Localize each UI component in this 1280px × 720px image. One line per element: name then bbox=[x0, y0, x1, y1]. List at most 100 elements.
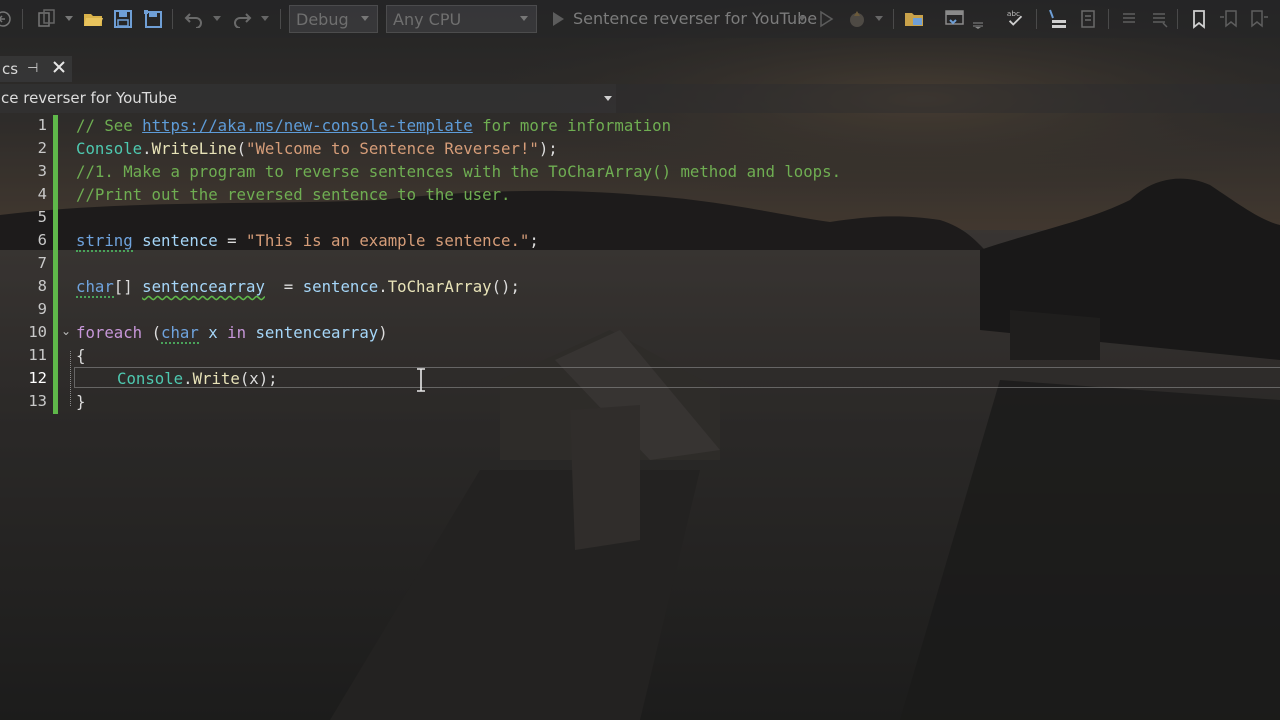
line-number: 4 bbox=[37, 185, 47, 203]
toolbar-separator bbox=[22, 9, 23, 29]
undo-icon[interactable] bbox=[183, 8, 205, 30]
chevron-down-icon[interactable] bbox=[260, 14, 270, 24]
chevron-down-icon[interactable] bbox=[972, 18, 984, 30]
line-number: 9 bbox=[37, 300, 47, 318]
line-number: 7 bbox=[37, 254, 47, 272]
string-literal: "Welcome to Sentence Reverser!" bbox=[246, 139, 539, 158]
platform-dropdown[interactable]: Any CPU bbox=[386, 5, 537, 33]
chevron-down-icon[interactable] bbox=[212, 14, 222, 24]
solution-explorer-icon[interactable] bbox=[903, 8, 925, 30]
template-link[interactable]: https://aka.ms/new-console-template bbox=[142, 116, 473, 135]
code-line: 10 ⌄ foreach (char x in sentencearray) bbox=[0, 321, 1280, 344]
string-literal: "This is an example sentence." bbox=[246, 231, 530, 250]
variable-name: sentence bbox=[142, 231, 218, 250]
line-number: 13 bbox=[28, 392, 47, 410]
method-name: ToCharArray bbox=[387, 277, 492, 296]
control-keyword: foreach bbox=[76, 323, 143, 342]
code-line: 13 } bbox=[0, 390, 1280, 413]
solution-icon[interactable] bbox=[36, 8, 58, 30]
toolbar-separator bbox=[893, 9, 894, 29]
code-line: 7 bbox=[0, 252, 1280, 275]
keyword: char bbox=[76, 277, 114, 298]
previous-bookmark-icon[interactable] bbox=[1218, 8, 1240, 30]
chevron-down-icon[interactable] bbox=[64, 14, 74, 24]
code-line-current: 12 Console.Write(x); bbox=[0, 367, 1280, 390]
variable-name: sentencearray bbox=[142, 277, 265, 296]
punctuation: . bbox=[142, 139, 152, 158]
chevron-down-icon bbox=[520, 16, 528, 21]
collapse-chevron-icon[interactable]: ⌄ bbox=[61, 324, 71, 338]
close-icon[interactable] bbox=[51, 59, 67, 75]
method-name: Write bbox=[192, 369, 240, 388]
chevron-down-icon[interactable] bbox=[874, 14, 884, 24]
code-text: Console.Write(x); bbox=[117, 367, 278, 390]
keyword: string bbox=[76, 231, 133, 252]
toggle-comment-icon[interactable] bbox=[1118, 8, 1140, 30]
method-name: WriteLine bbox=[151, 139, 237, 158]
document-tab[interactable]: cs ⊣ bbox=[0, 56, 72, 82]
code-text: // See https://aka.ms/new-console-templa… bbox=[76, 114, 671, 137]
main-toolbar: Debug Any CPU Sentence reverser for YouT… bbox=[0, 0, 1280, 38]
toolbar-separator bbox=[1108, 9, 1109, 29]
save-icon[interactable] bbox=[112, 8, 134, 30]
punctuation: ( bbox=[142, 323, 162, 342]
open-folder-icon[interactable] bbox=[82, 8, 104, 30]
brace: { bbox=[76, 346, 86, 365]
chevron-down-icon bbox=[361, 16, 369, 21]
code-line: 5 bbox=[0, 206, 1280, 229]
operator: = bbox=[264, 277, 303, 296]
redo-icon[interactable] bbox=[231, 8, 253, 30]
punctuation: (); bbox=[491, 277, 520, 296]
bookmark-icon[interactable] bbox=[1188, 8, 1210, 30]
brace: } bbox=[76, 392, 86, 411]
svg-text:abc: abc bbox=[1007, 9, 1020, 18]
punctuation: ; bbox=[529, 231, 539, 250]
format-icon[interactable] bbox=[1046, 8, 1068, 30]
start-icon[interactable] bbox=[547, 8, 569, 30]
code-text: foreach (char x in sentencearray) bbox=[76, 321, 388, 344]
next-bookmark-icon[interactable] bbox=[1248, 8, 1270, 30]
type-name: Console bbox=[76, 139, 143, 158]
variable-name: sentencearray bbox=[246, 323, 379, 342]
toolbar-separator bbox=[1036, 9, 1037, 29]
line-number: 1 bbox=[37, 116, 47, 134]
control-keyword: in bbox=[227, 323, 247, 342]
project-navigation-dropdown[interactable]: ce reverser for YouTube bbox=[0, 84, 616, 113]
variable-name: x bbox=[198, 323, 228, 342]
member-navigation-bar[interactable] bbox=[616, 84, 1280, 113]
back-icon[interactable] bbox=[0, 8, 14, 30]
keyword: char bbox=[161, 323, 199, 344]
pin-icon[interactable]: ⊣ bbox=[27, 61, 38, 76]
line-number: 2 bbox=[37, 139, 47, 157]
comment: // See bbox=[76, 116, 143, 135]
start-without-debugging-icon[interactable] bbox=[815, 8, 837, 30]
comment: //1. Make a program to reverse sentences… bbox=[76, 162, 842, 181]
code-text: string sentence = "This is an example se… bbox=[76, 229, 539, 252]
tab-file-name: cs bbox=[2, 60, 19, 78]
spell-check-icon[interactable]: abc bbox=[1005, 8, 1027, 30]
document-icon[interactable] bbox=[1077, 8, 1099, 30]
toolbar-separator bbox=[280, 9, 281, 29]
chevron-down-icon bbox=[604, 96, 612, 101]
configuration-dropdown[interactable]: Debug bbox=[289, 5, 378, 33]
punctuation: . bbox=[378, 277, 388, 296]
save-all-icon[interactable] bbox=[142, 8, 164, 30]
line-number: 3 bbox=[37, 162, 47, 180]
punctuation: ) bbox=[378, 323, 388, 342]
indent-guide bbox=[70, 351, 72, 406]
line-number: 10 bbox=[28, 323, 47, 341]
line-number: 11 bbox=[28, 346, 47, 364]
code-line: 6 string sentence = "This is an example … bbox=[0, 229, 1280, 252]
code-line: 4 //Print out the reversed sentence to t… bbox=[0, 183, 1280, 206]
uncomment-icon[interactable] bbox=[1148, 8, 1170, 30]
start-target-label[interactable]: Sentence reverser for YouTube bbox=[573, 9, 817, 28]
operator: = bbox=[217, 231, 247, 250]
line-number: 8 bbox=[37, 277, 47, 295]
text-cursor-icon bbox=[417, 368, 425, 392]
hot-reload-icon[interactable] bbox=[846, 8, 868, 30]
configuration-value: Debug bbox=[296, 9, 349, 29]
punctuation: (x); bbox=[239, 369, 278, 388]
chevron-down-icon[interactable] bbox=[797, 14, 807, 24]
browser-link-icon[interactable] bbox=[944, 8, 966, 30]
code-editor[interactable]: 1 // See https://aka.ms/new-console-temp… bbox=[0, 114, 1280, 414]
